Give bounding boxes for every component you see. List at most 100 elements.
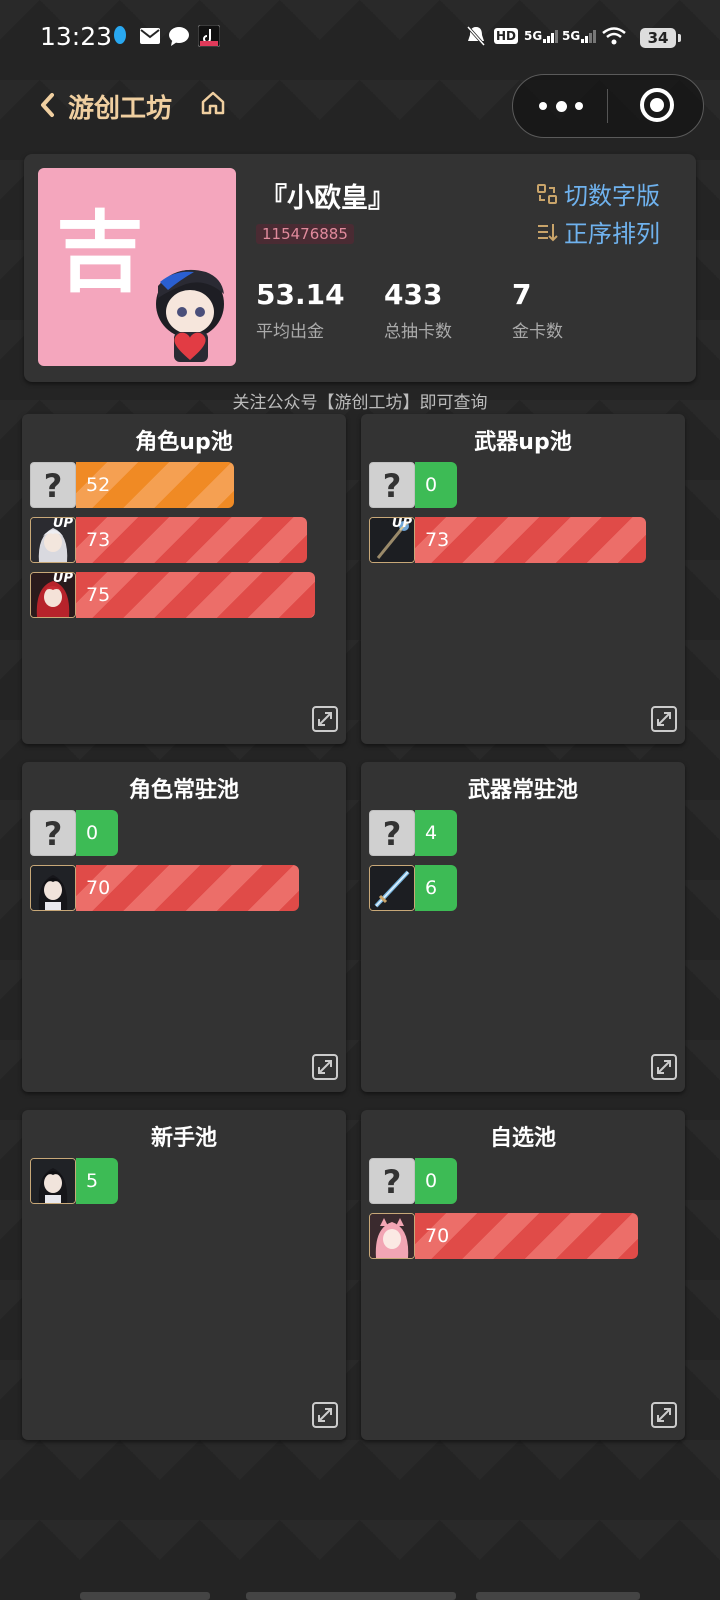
char-pink-icon [369, 1213, 415, 1259]
unknown-icon: ? [369, 1158, 415, 1204]
status-time: 13:23 [40, 22, 113, 51]
signal-5g-icon-2: 5G [562, 24, 598, 48]
pull-count-bar: 73 [76, 517, 307, 563]
tiktok-icon [198, 24, 220, 48]
pool-card: 新手池 5 [22, 1110, 346, 1440]
pull-count-value: 4 [425, 822, 438, 844]
profile-avatar: 吉 [38, 168, 236, 366]
char-dark-icon [30, 1158, 76, 1204]
pull-count-value: 70 [86, 877, 111, 899]
mini-program-capsule [512, 74, 704, 138]
unknown-icon: ? [369, 462, 415, 508]
bottom-nav-hint [80, 1592, 210, 1600]
pull-count-value: 75 [86, 584, 111, 606]
battery-indicator: 34 [640, 28, 681, 48]
sort-order-label: 正序排列 [564, 220, 660, 248]
pool-card: 武器常驻池? 4 6 [361, 762, 685, 1092]
status-bar: 13:23 HD 5G 5G 34 [0, 0, 720, 74]
pool-title: 武器up池 [474, 430, 572, 455]
pull-count-bar: 5 [76, 1158, 118, 1204]
home-icon[interactable] [200, 90, 226, 116]
chat-icon [168, 24, 190, 48]
expand-icon[interactable] [651, 1054, 677, 1080]
sort-order-button[interactable]: 正序排列 [536, 214, 660, 249]
pull-count-bar: 0 [415, 1158, 457, 1204]
expand-icon[interactable] [312, 1054, 338, 1080]
switch-icon [537, 183, 557, 204]
user-id-badge: 115476885 [256, 224, 354, 244]
follow-tip: 关注公众号【游创工坊】即可查询 [232, 393, 488, 413]
pull-count-value: 52 [86, 474, 111, 496]
pull-count-bar: 52 [76, 462, 234, 508]
pull-count-bar: 70 [76, 865, 299, 911]
qq-icon [112, 24, 128, 48]
bottom-nav-hint [476, 1592, 640, 1600]
pool-card: 角色up池? 52 UP 73 UP 75 [22, 414, 346, 744]
pool-card: 武器up池? 0 UP 73 [361, 414, 685, 744]
mail-icon [140, 24, 160, 48]
pool-card: 自选池? 0 70 [361, 1110, 685, 1440]
pull-count-bar: 70 [415, 1213, 638, 1259]
signal-5g-icon: 5G [524, 24, 560, 48]
expand-icon[interactable] [651, 706, 677, 732]
unknown-icon: ? [369, 810, 415, 856]
pull-count-bar: 0 [76, 810, 118, 856]
pull-count-value: 6 [425, 877, 438, 899]
avatar-character: 吉 [56, 200, 145, 304]
bottom-nav-hint [246, 1592, 456, 1600]
pull-count-value: 70 [425, 1225, 450, 1247]
char-dark-icon [30, 865, 76, 911]
char-red-icon: UP [30, 572, 76, 618]
pool-title: 角色常驻池 [128, 778, 239, 803]
app-header: 游创工坊 [0, 74, 720, 140]
stat-label: 总抽卡数 [384, 322, 452, 342]
up-badge: UP [52, 572, 73, 586]
stat-value: 53.14 [256, 278, 345, 311]
stat-gold-cards: 7 金卡数 [512, 278, 563, 342]
pull-count-value: 0 [86, 822, 99, 844]
up-badge: UP [391, 517, 412, 531]
char-silver-icon: UP [30, 517, 76, 563]
switch-digit-label: 切数字版 [564, 182, 660, 210]
chibi-mascot-icon [156, 269, 224, 362]
more-icon[interactable] [539, 97, 583, 115]
wifi-icon [602, 24, 626, 48]
page-title: 游创工坊 [68, 94, 173, 124]
pool-title: 角色up池 [135, 430, 233, 455]
pull-count-value: 5 [86, 1170, 99, 1192]
back-icon[interactable] [36, 90, 60, 120]
nickname: 『小欧皇』 [260, 183, 395, 214]
pull-count-bar: 73 [415, 517, 646, 563]
pull-count-value: 73 [86, 529, 111, 551]
expand-icon[interactable] [312, 1402, 338, 1428]
pool-title: 新手池 [150, 1126, 217, 1151]
pull-count-bar: 0 [415, 462, 457, 508]
pull-count-value: 73 [425, 529, 450, 551]
expand-icon[interactable] [651, 1402, 677, 1428]
pool-title: 武器常驻池 [467, 778, 578, 803]
expand-icon[interactable] [312, 706, 338, 732]
pull-count-bar: 4 [415, 810, 457, 856]
stat-value: 433 [384, 278, 443, 311]
profile-card: 吉 『小欧皇』 115476885 切数字版 正序排列 53.14 平均出金 4… [24, 154, 696, 382]
unknown-icon: ? [30, 462, 76, 508]
sort-icon [538, 223, 558, 241]
capsule-divider [607, 89, 608, 123]
pool-card: 角色常驻池? 0 70 [22, 762, 346, 1092]
switch-digit-button[interactable]: 切数字版 [536, 176, 660, 211]
stat-value: 7 [512, 278, 532, 311]
pool-title: 自选池 [489, 1126, 556, 1151]
pull-count-value: 0 [425, 474, 438, 496]
mute-icon [466, 24, 486, 48]
up-badge: UP [52, 517, 73, 531]
stat-label: 金卡数 [512, 322, 563, 342]
stat-average: 53.14 平均出金 [256, 278, 345, 342]
target-icon[interactable] [640, 88, 674, 122]
pull-count-bar: 6 [415, 865, 457, 911]
pull-count-bar: 75 [76, 572, 315, 618]
unknown-icon: ? [30, 810, 76, 856]
pull-count-value: 0 [425, 1170, 438, 1192]
hd-icon: HD [494, 28, 519, 44]
weapon-sword-icon [369, 865, 415, 911]
weapon-staff-icon: UP [369, 517, 415, 563]
